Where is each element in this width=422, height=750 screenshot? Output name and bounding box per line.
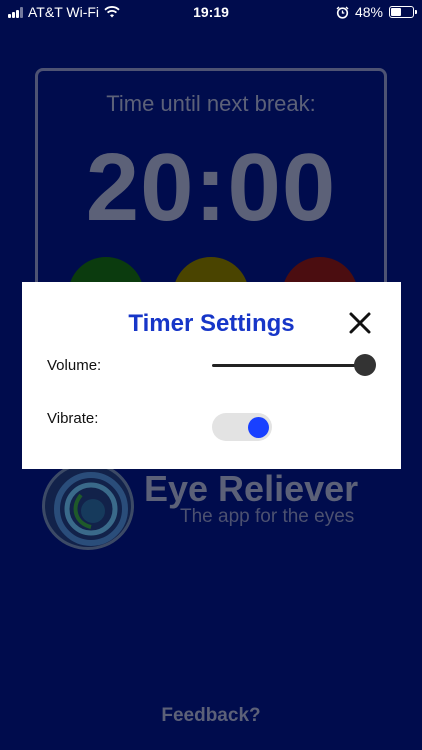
- modal-title: Timer Settings: [128, 310, 295, 337]
- timer-label: Time until next break:: [106, 91, 316, 116]
- status-bar: AT&T Wi-Fi 19:19 48%: [0, 0, 422, 24]
- battery-fill: [391, 8, 402, 16]
- close-icon[interactable]: [347, 310, 373, 336]
- eye-logo-icon: [42, 462, 134, 550]
- vibrate-toggle-thumb[interactable]: [248, 417, 269, 438]
- volume-label: Volume:: [47, 357, 102, 374]
- feedback-link[interactable]: Feedback?: [0, 705, 422, 727]
- volume-slider-track[interactable]: [212, 364, 362, 367]
- battery-percent: 48%: [354, 4, 383, 20]
- battery-icon: [389, 6, 417, 18]
- timer-settings-modal: Timer Settings Volume: Vibrate:: [22, 282, 401, 469]
- timer-countdown: 20:00: [85, 134, 337, 241]
- app-subtitle: The app for the eyes: [180, 506, 355, 527]
- app-title: Eye Reliever: [144, 468, 359, 509]
- vibrate-toggle[interactable]: [212, 413, 272, 441]
- alarm-icon: [336, 6, 349, 19]
- status-right: 48%: [336, 4, 417, 20]
- volume-slider-thumb[interactable]: [354, 354, 376, 376]
- volume-slider[interactable]: [212, 354, 376, 378]
- vibrate-label: Vibrate:: [47, 410, 99, 427]
